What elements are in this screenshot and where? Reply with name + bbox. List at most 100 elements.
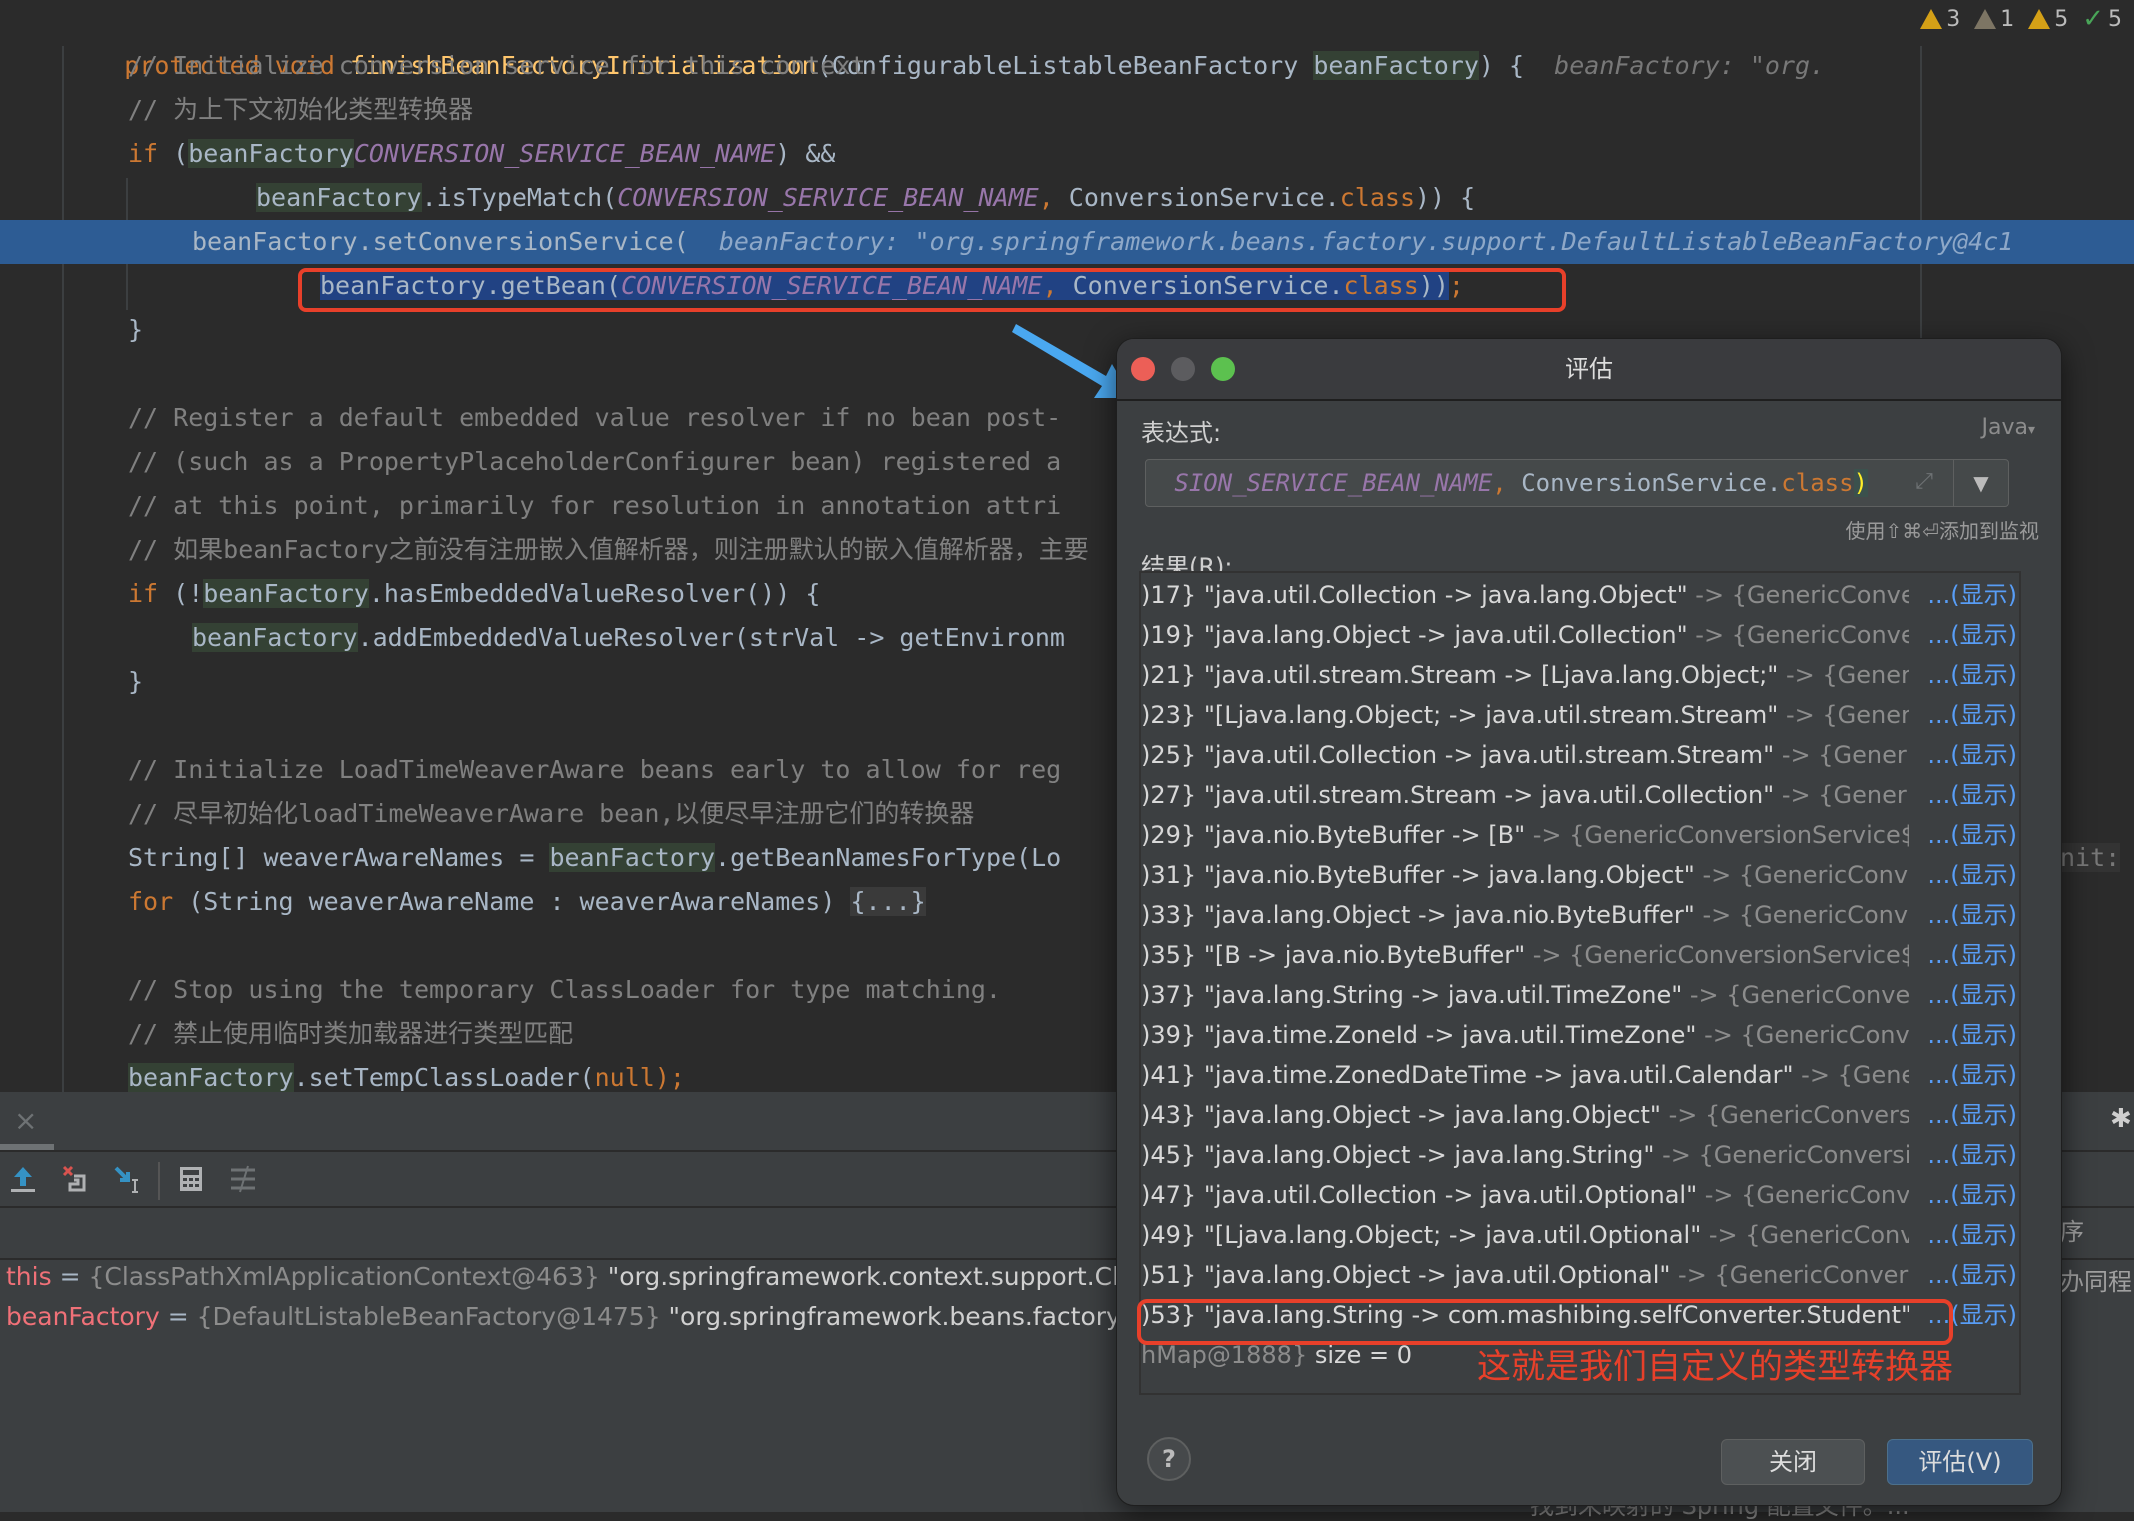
evaluate-button[interactable]: 评估(V) [1887, 1439, 2033, 1485]
result-value: -> {GenericConversionService$Conv [1702, 901, 1909, 929]
show-value-link[interactable]: ...(显示) [1925, 895, 2017, 935]
highlight-box [298, 268, 1566, 312]
show-value-link[interactable]: ...(显示) [1925, 575, 2017, 615]
expression-input[interactable]: SION_SERVICE_BEAN_NAME, ConversionServic… [1145, 459, 2009, 507]
code-text: (! [158, 579, 204, 608]
variable-type: {ClassPathXmlApplicationContext@463} [88, 1262, 600, 1291]
language-selector[interactable]: Java▾ [1981, 415, 2035, 440]
show-value-link[interactable]: ...(显示) [1925, 655, 2017, 695]
result-row[interactable]: )41} "java.time.ZonedDateTime -> java.ut… [1141, 1055, 2019, 1095]
inline-debug-hint: beanFactory: "org.springframework.beans.… [718, 227, 2014, 256]
settings-gear-icon[interactable]: ✱ [2110, 1104, 2132, 1134]
result-row[interactable]: )47} "java.util.Collection -> java.util.… [1141, 1175, 2019, 1215]
show-value-link[interactable]: ...(显示) [1925, 1135, 2017, 1175]
trace-stream-icon[interactable] [228, 1164, 258, 1194]
show-value-link[interactable]: ...(显示) [1925, 775, 2017, 815]
inspection-weak-warnings[interactable]: 1 [1974, 7, 2014, 32]
evaluate-expression-icon[interactable] [176, 1164, 206, 1194]
close-button[interactable]: 关闭 [1721, 1439, 1865, 1485]
result-key: "java.nio.ByteBuffer -> [B" [1203, 821, 1526, 849]
result-row[interactable]: )39} "java.time.ZoneId -> java.util.Time… [1141, 1015, 2019, 1055]
result-row[interactable]: )35} "[B -> java.nio.ByteBuffer" -> {Gen… [1141, 935, 2019, 975]
result-index: )51} [1141, 1261, 1197, 1289]
result-value: -> {GenericConversionService$ConverterAd… [1695, 581, 1909, 609]
result-row[interactable]: )37} "java.lang.String -> java.util.Time… [1141, 975, 2019, 1015]
show-value-link[interactable]: ...(显示) [1925, 1095, 2017, 1135]
result-row[interactable]: )43} "java.lang.Object -> java.lang.Obje… [1141, 1095, 2019, 1135]
show-value-link[interactable]: ...(显示) [1925, 975, 2017, 1015]
show-value-link[interactable]: ...(显示) [1925, 1255, 2017, 1295]
folded-block[interactable]: {...} [850, 887, 926, 916]
show-value-link[interactable]: ...(显示) [1925, 935, 2017, 975]
run-to-cursor-icon[interactable] [112, 1164, 142, 1194]
result-row[interactable]: )45} "java.lang.Object -> java.lang.Stri… [1141, 1135, 2019, 1175]
result-text: )37} "java.lang.String -> java.util.Time… [1141, 975, 1909, 1015]
result-row[interactable]: )31} "java.nio.ByteBuffer -> java.lang.O… [1141, 855, 2019, 895]
show-value-link[interactable]: ...(显示) [1925, 615, 2017, 655]
execution-point-line: beanFactory.setConversionService( beanFa… [0, 220, 2134, 264]
weak-warning-icon [1974, 9, 1997, 29]
result-index: )19} [1141, 621, 1197, 649]
inspections-widget[interactable]: 3 1 5 ✓ 5 [1920, 4, 2122, 34]
result-key: "java.lang.Object -> java.lang.Object" [1203, 1101, 1661, 1129]
result-key: "java.util.Collection -> java.util.strea… [1203, 741, 1775, 769]
result-index: )35} [1141, 941, 1197, 969]
result-row[interactable]: )51} "java.lang.Object -> java.util.Opti… [1141, 1255, 2019, 1295]
result-index: )27} [1141, 781, 1197, 809]
result-row[interactable]: )25} "java.util.Collection -> java.util.… [1141, 735, 2019, 775]
variable-row[interactable]: beanFactory = {DefaultListableBeanFactor… [6, 1302, 1138, 1331]
result-row[interactable]: )21} "java.util.stream.Stream -> [Ljava.… [1141, 655, 2019, 695]
history-dropdown-button[interactable]: ▼ [1953, 460, 2008, 506]
show-value-link[interactable]: ...(显示) [1925, 1175, 2017, 1215]
result-key: "java.util.Collection -> java.lang.Objec… [1203, 581, 1688, 609]
result-key: "java.lang.Object -> java.nio.ByteBuffer… [1203, 901, 1695, 929]
result-tree[interactable]: )17} "java.util.Collection -> java.lang.… [1139, 571, 2021, 1395]
show-value-link[interactable]: ...(显示) [1925, 735, 2017, 775]
code-text: .getBeanNamesForType(Lo [715, 843, 1062, 872]
result-row[interactable]: )29} "java.nio.ByteBuffer -> [B" -> {Gen… [1141, 815, 2019, 855]
result-key: "java.time.ZoneId -> java.util.TimeZone" [1203, 1021, 1697, 1049]
count: 5 [2054, 6, 2069, 32]
drop-frame-icon[interactable] [60, 1164, 90, 1194]
show-value-link[interactable]: ...(显示) [1925, 695, 2017, 735]
result-row[interactable]: )27} "java.util.stream.Stream -> java.ut… [1141, 775, 2019, 815]
result-text: )47} "java.util.Collection -> java.util.… [1141, 1175, 1909, 1215]
result-text: )31} "java.nio.ByteBuffer -> java.lang.O… [1141, 855, 1909, 895]
result-key: "java.util.stream.Stream -> [Ljava.lang.… [1203, 661, 1779, 689]
maximize-window-button[interactable] [1211, 357, 1235, 381]
inspection-ok[interactable]: ✓ 5 [2082, 4, 2122, 34]
variable-row[interactable]: this = {ClassPathXmlApplicationContext@4… [6, 1262, 1134, 1291]
close-tab-button[interactable]: × [14, 1104, 37, 1137]
step-out-icon[interactable] [8, 1164, 38, 1194]
show-value-link[interactable]: ...(显示) [1925, 1055, 2017, 1095]
result-index: )31} [1141, 861, 1197, 889]
minimize-window-button[interactable] [1171, 357, 1195, 381]
code-text: ); [654, 1063, 685, 1092]
warning-icon [2028, 9, 2051, 29]
show-value-link[interactable]: ...(显示) [1925, 1015, 2017, 1055]
result-row[interactable]: )49} "[Ljava.lang.Object; -> java.util.O… [1141, 1215, 2019, 1255]
result-index: )33} [1141, 901, 1197, 929]
indent-guide [62, 46, 64, 1092]
result-text: )45} "java.lang.Object -> java.lang.Stri… [1141, 1135, 1909, 1175]
inspection-typos[interactable]: 5 [2028, 7, 2068, 32]
help-button[interactable]: ? [1147, 1437, 1191, 1481]
language-label: Java [1981, 415, 2028, 440]
show-value-link[interactable]: ...(显示) [1925, 1215, 2017, 1255]
close-window-button[interactable] [1131, 357, 1155, 381]
result-row[interactable]: )19} "java.lang.Object -> java.util.Coll… [1141, 615, 2019, 655]
variable-eq: = [159, 1302, 197, 1331]
dialog-title-bar[interactable]: 评估 [1117, 339, 2061, 401]
result-row[interactable]: )23} "[Ljava.lang.Object; -> java.util.s… [1141, 695, 2019, 735]
result-key: "java.nio.ByteBuffer -> java.lang.Object… [1203, 861, 1695, 889]
expand-editor-icon[interactable]: ⤢ [1910, 468, 1938, 496]
show-value-link[interactable]: ...(显示) [1925, 815, 2017, 855]
show-value-link[interactable]: ...(显示) [1925, 855, 2017, 895]
result-value: -> {GenericConversionService$Conv [1702, 861, 1909, 889]
result-size: size = 0 [1307, 1341, 1413, 1369]
result-row[interactable]: )33} "java.lang.Object -> java.nio.ByteB… [1141, 895, 2019, 935]
code-comment: // 为上下文初始化类型转换器 [128, 95, 474, 124]
result-row[interactable]: )17} "java.util.Collection -> java.lang.… [1141, 575, 2019, 615]
matched-brace: ) [1853, 469, 1868, 497]
inspection-warnings[interactable]: 3 [1920, 7, 1960, 32]
